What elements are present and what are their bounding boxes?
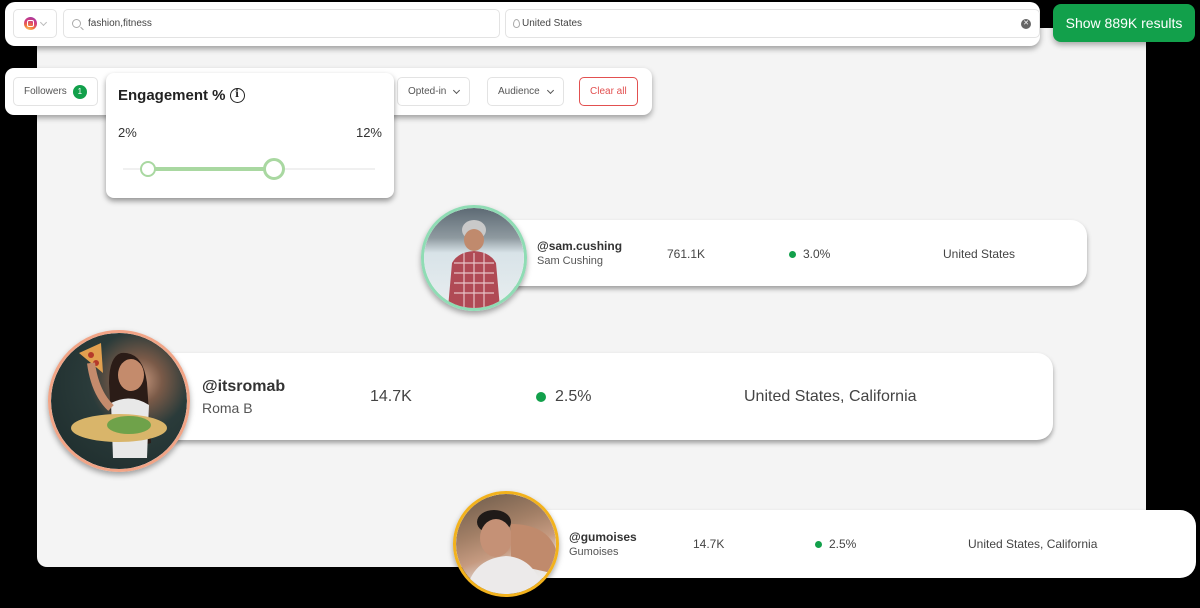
chevron-down-icon (39, 18, 48, 26)
filter-chip-audience[interactable]: Audience (487, 77, 564, 106)
filter-count-badge: 1 (72, 84, 87, 99)
clear-all-button[interactable]: Clear all (579, 77, 638, 106)
search-bar: fashion,fitness United States ✕ (5, 2, 1040, 46)
engagement-slider-min-handle[interactable] (140, 161, 157, 177)
avatar-photo (51, 333, 187, 469)
search-icon (72, 19, 81, 28)
location-value: United States (522, 18, 583, 29)
creator-engagement: 2.5% (815, 537, 856, 551)
person-photo-icon (448, 220, 500, 308)
creator-avatar[interactable] (453, 491, 559, 597)
keyword-search-input[interactable]: fashion,fitness (63, 9, 500, 38)
creator-location: United States, California (744, 388, 917, 405)
creator-handle[interactable]: @sam.cushing (537, 239, 622, 253)
creator-followers: 14.7K (370, 388, 412, 405)
location-input[interactable]: United States ✕ (505, 9, 1040, 38)
engagement-min-label: 2% (118, 125, 137, 140)
creator-location: United States (943, 247, 1016, 261)
info-icon[interactable]: i (229, 88, 245, 103)
creator-followers: 761.1K (667, 247, 706, 261)
status-dot-icon (789, 250, 796, 258)
avatar-photo (424, 208, 524, 308)
filter-chip-label: Opted-in (408, 86, 447, 97)
engagement-title: Engagement % i (118, 87, 245, 104)
creator-name: Gumoises (569, 546, 619, 558)
stage: fashion,fitness United States ✕ Show 889… (0, 0, 1200, 608)
show-results-button[interactable]: Show 889K results (1053, 4, 1195, 42)
creator-engagement-value: 3.0% (803, 247, 831, 261)
filter-chip-followers[interactable]: Followers 1 (13, 77, 98, 106)
creator-name: Roma B (202, 400, 253, 416)
instagram-icon (24, 17, 37, 30)
creator-engagement: 2.5% (536, 388, 591, 406)
status-dot-icon (815, 540, 822, 548)
filter-chip-label: Audience (498, 86, 540, 97)
filter-chip-opted-in[interactable]: Opted-in (397, 77, 471, 106)
engagement-filter-popover: Engagement % i 2% 12% (106, 73, 394, 198)
creator-avatar[interactable] (48, 330, 190, 472)
clear-location-icon[interactable]: ✕ (1021, 19, 1031, 29)
creator-location: United States, California (968, 537, 1098, 551)
chevron-down-icon (453, 86, 461, 94)
engagement-slider-fill (148, 167, 275, 171)
creator-followers: 14.7K (693, 537, 725, 551)
platform-select[interactable] (13, 9, 57, 38)
avatar-photo (456, 494, 556, 594)
chevron-down-icon (546, 86, 554, 94)
creator-engagement-value: 2.5% (555, 388, 592, 405)
location-pin-icon (513, 19, 520, 28)
creator-card[interactable]: @itsromab Roma B 14.7K 2.5% United State… (120, 353, 1053, 440)
engagement-title-text: Engagement % (118, 87, 226, 104)
person-photo-icon (466, 510, 556, 594)
status-dot-icon (536, 392, 546, 402)
engagement-slider-max-handle[interactable] (263, 158, 286, 180)
creator-avatar[interactable] (421, 205, 527, 311)
filter-chip-label: Followers (24, 86, 67, 97)
creator-name: Sam Cushing (537, 255, 604, 267)
creator-card[interactable]: @gumoises Gumoises 14.7K 2.5% United Sta… (510, 510, 1196, 578)
person-photo-icon (71, 343, 167, 458)
creator-engagement-value: 2.5% (829, 537, 857, 551)
creator-handle[interactable]: @itsromab (202, 378, 285, 396)
keyword-value: fashion,fitness (88, 18, 152, 29)
creator-card[interactable]: @sam.cushing Sam Cushing 761.1K 3.0% Uni… (478, 220, 1087, 286)
clear-all-label: Clear all (590, 86, 627, 97)
creator-handle[interactable]: @gumoises (569, 530, 637, 544)
engagement-max-label: 12% (355, 125, 382, 140)
creator-engagement: 3.0% (789, 247, 830, 261)
